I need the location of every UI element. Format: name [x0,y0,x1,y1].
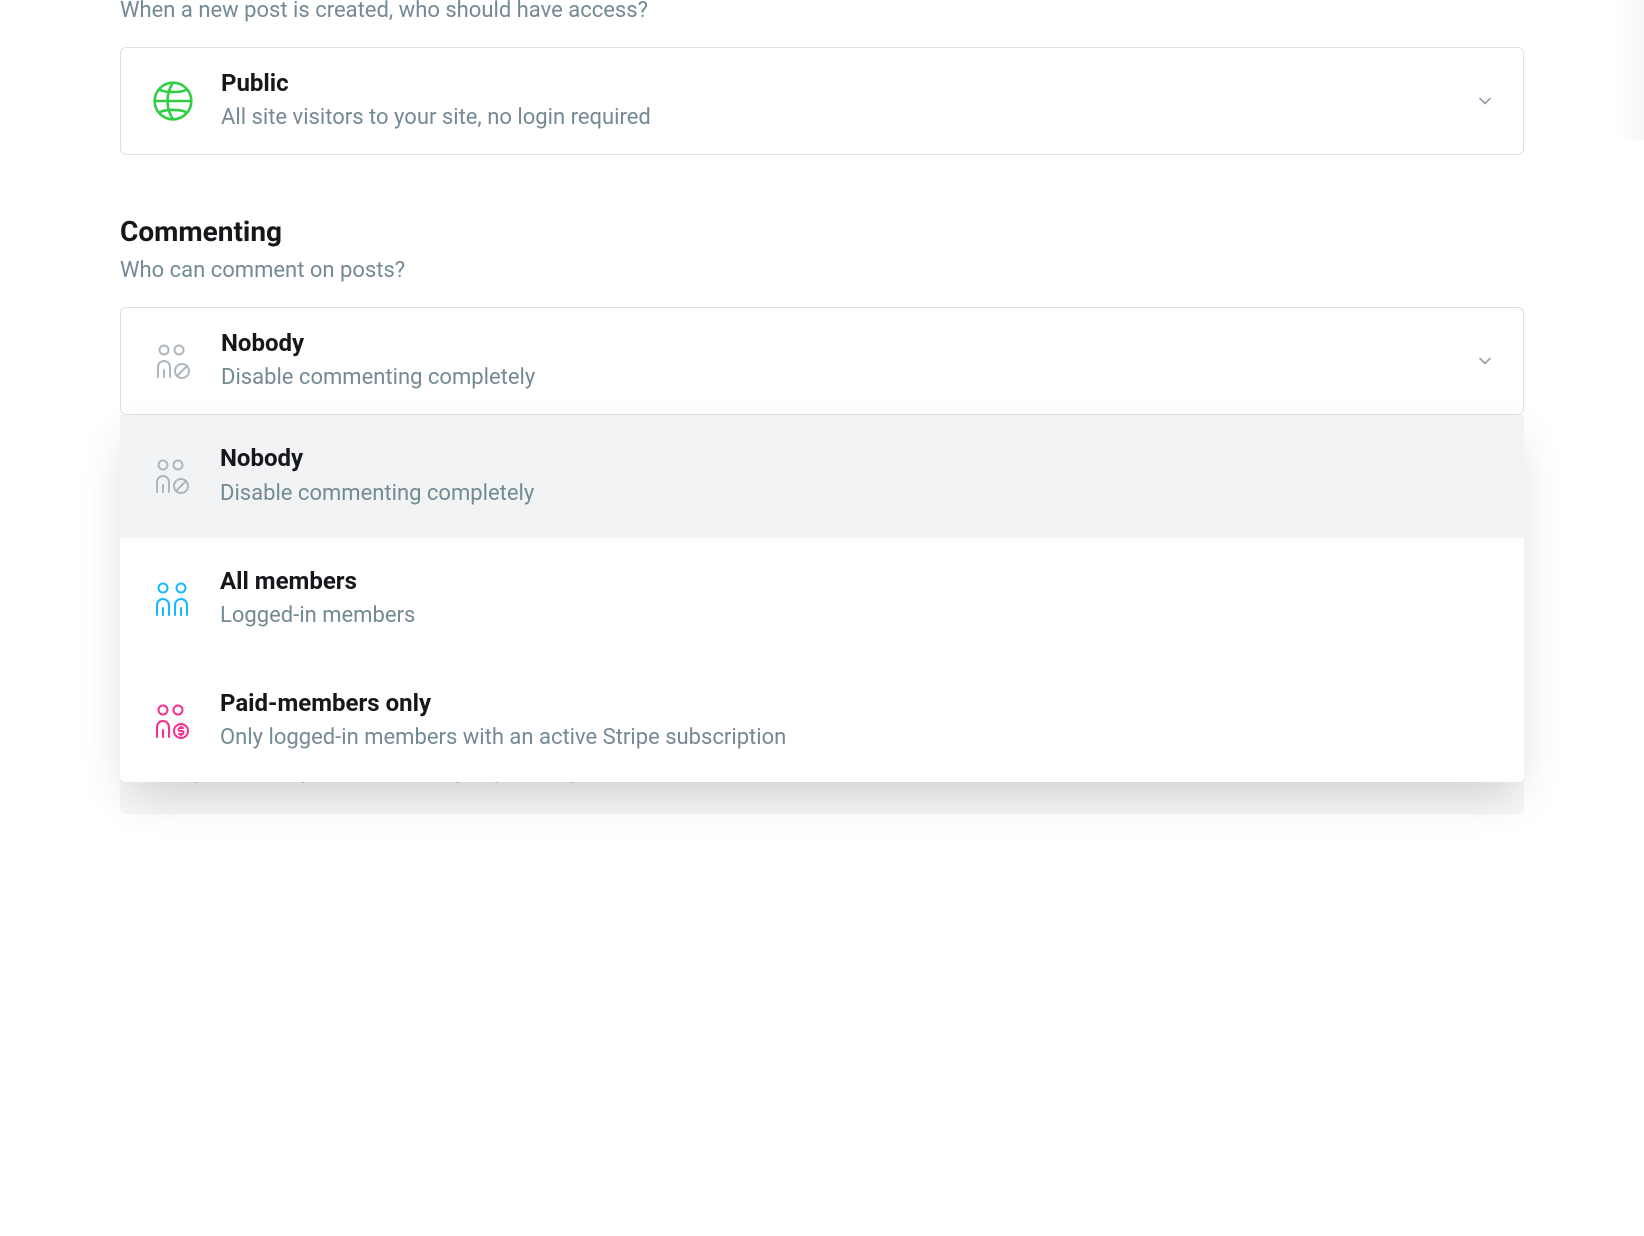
people-nobody-icon [149,337,197,385]
option-title: All members [220,566,1496,597]
globe-icon [149,77,197,125]
people-nobody-icon [148,452,196,500]
commenting-option-paid-members[interactable]: Paid-members only Only logged-in members… [120,660,1524,782]
chevron-down-icon [1475,351,1495,371]
people-paid-icon [148,697,196,745]
commenting-option-nobody[interactable]: Nobody Disable commenting completely [120,415,1524,537]
commenting-section-subtitle: Who can comment on posts? [120,258,1524,283]
commenting-selected-desc: Disable commenting completely [221,361,1451,394]
right-edge-shadow [1616,0,1644,140]
access-selected-desc: All site visitors to your site, no login… [221,101,1451,134]
commenting-dropdown: Nobody Disable commenting completely [120,415,1524,782]
access-section-subtitle: When a new post is created, who should h… [120,0,1524,23]
commenting-section-title: Commenting [120,215,1524,248]
commenting-option-all-members[interactable]: All members Logged-in members [120,538,1524,660]
chevron-down-icon [1475,91,1495,111]
access-selected-title: Public [221,68,1451,99]
option-desc: Disable commenting completely [220,477,1496,510]
people-members-icon [148,575,196,623]
option-title: Paid-members only [220,688,1496,719]
access-select[interactable]: Public All site visitors to your site, n… [120,47,1524,155]
commenting-select[interactable]: Nobody Disable commenting completely [120,307,1524,415]
option-desc: Logged-in members [220,599,1496,632]
option-desc: Only logged-in members with an active St… [220,721,1496,754]
commenting-selected-title: Nobody [221,328,1451,359]
option-title: Nobody [220,443,1496,474]
